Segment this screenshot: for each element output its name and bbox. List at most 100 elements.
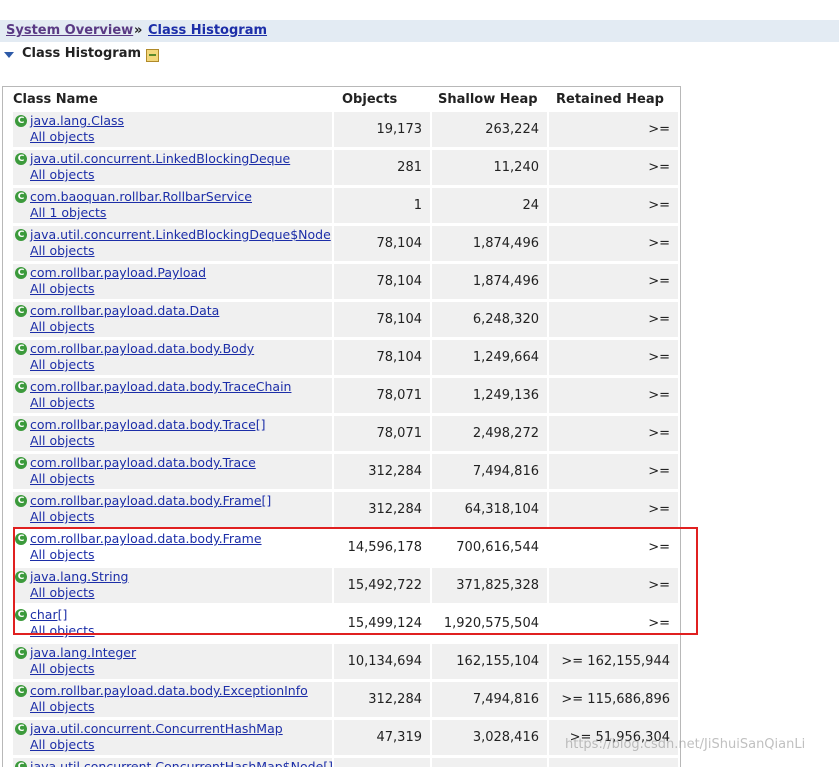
class-name-link[interactable]: com.rollbar.payload.data.body.TraceChain <box>30 379 291 394</box>
class-name-link[interactable]: com.rollbar.payload.data.body.Body <box>30 341 254 356</box>
objects-cell: 10,134,694 <box>334 644 430 679</box>
highlight-annotation-box <box>13 527 698 635</box>
all-objects-link[interactable]: All objects <box>30 319 95 334</box>
objects-cell: 78,104 <box>334 226 430 261</box>
all-objects-link[interactable]: All objects <box>30 661 95 676</box>
retained-heap-cell: >= 3,209,190,256 <box>549 264 678 324</box>
retained-heap-cell: >= 3,207,316,000 <box>549 302 678 362</box>
class-name-link[interactable]: com.rollbar.payload.data.Data <box>30 303 219 318</box>
collapse-triangle-icon[interactable] <box>4 52 14 58</box>
all-objects-link[interactable]: All objects <box>30 281 95 296</box>
column-header-shallow-heap[interactable]: Shallow Heap <box>438 92 538 107</box>
all-objects-link[interactable]: All objects <box>30 129 95 144</box>
breadcrumb-system-overview[interactable]: System Overview <box>6 20 133 42</box>
all-objects-link[interactable]: All objects <box>30 471 95 486</box>
class-name-cell: C java.util.concurrent.LinkedBlockingDeq… <box>13 226 332 261</box>
retained-heap-cell: >= 3,211,308,072 <box>549 188 678 248</box>
table-row: C com.baoquan.rollbar.RollbarService All… <box>3 187 680 248</box>
class-name-cell: C java.util.concurrent.LinkedBlockingDeq… <box>13 150 332 185</box>
class-name-cell: C com.rollbar.payload.data.Data All obje… <box>13 302 332 337</box>
class-name-link[interactable]: com.rollbar.payload.Payload <box>30 265 206 280</box>
class-name-cell: C java.lang.Class All objects <box>13 112 332 147</box>
objects-cell: 312,284 <box>334 454 430 489</box>
breadcrumb-separator: » <box>134 23 143 38</box>
class-icon: C <box>15 191 27 203</box>
class-name-link[interactable]: com.rollbar.payload.data.body.Trace <box>30 455 256 470</box>
all-objects-link[interactable]: All objects <box>30 699 95 714</box>
class-name-link[interactable]: com.rollbar.payload.data.body.Trace[] <box>30 417 266 432</box>
table-row: C com.rollbar.payload.data.Data All obje… <box>3 301 680 362</box>
class-name-link[interactable]: java.lang.Integer <box>30 645 136 660</box>
class-name-link[interactable]: com.rollbar.payload.data.body.ExceptionI… <box>30 683 308 698</box>
objects-cell: 78,071 <box>334 416 430 451</box>
table-row: C java.lang.Class All objects 19,173 263… <box>3 111 680 172</box>
objects-cell <box>334 758 430 767</box>
class-name-link[interactable]: java.util.concurrent.LinkedBlockingDeque <box>30 151 290 166</box>
objects-cell: 19,173 <box>334 112 430 147</box>
class-histogram-table: Class Name Objects Shallow Heap Retained… <box>2 86 681 767</box>
all-objects-link[interactable]: All objects <box>30 395 95 410</box>
table-row: C java.util.concurrent.LinkedBlockingDeq… <box>3 225 680 286</box>
class-name-link[interactable]: com.rollbar.payload.data.body.Frame[] <box>30 493 271 508</box>
shallow-heap-cell: 1,874,496 <box>432 264 547 299</box>
all-objects-link[interactable]: All objects <box>30 433 95 448</box>
class-name-cell: C com.baoquan.rollbar.RollbarService All… <box>13 188 332 223</box>
retained-heap-cell: >= 162,155,944 <box>549 644 678 679</box>
shallow-heap-cell: 1,249,136 <box>432 378 547 413</box>
table-body: C java.lang.Class All objects 19,173 263… <box>3 111 680 767</box>
table-row: C com.rollbar.payload.data.body.Body All… <box>3 339 680 400</box>
table-header: Class Name Objects Shallow Heap Retained… <box>3 87 680 111</box>
shallow-heap-cell: 3,028,416 <box>432 720 547 755</box>
shallow-heap-cell: 11,240 <box>432 150 547 185</box>
retained-heap-cell: >= 3,188,554,576 <box>549 416 678 476</box>
objects-cell: 281 <box>334 150 430 185</box>
column-header-retained-heap[interactable]: Retained Heap <box>556 92 664 107</box>
retained-heap-cell: >= 3,191,070,096 <box>549 340 678 400</box>
class-name-cell: C com.rollbar.payload.data.body.Body All… <box>13 340 332 375</box>
class-icon: C <box>15 685 27 697</box>
all-objects-link[interactable]: All objects <box>30 167 95 182</box>
class-icon: C <box>15 267 27 279</box>
class-name-link[interactable]: com.baoquan.rollbar.RollbarService <box>30 189 252 204</box>
class-icon: C <box>15 761 27 767</box>
all-objects-link[interactable]: All objects <box>30 737 95 752</box>
class-icon: C <box>15 495 27 507</box>
class-name-cell: C com.rollbar.payload.data.body.TraceCha… <box>13 378 332 413</box>
class-name-cell: C com.rollbar.payload.Payload All object… <box>13 264 332 299</box>
shallow-heap-cell: 6,248,320 <box>432 302 547 337</box>
retained-heap-cell: >= 3,062,874,640 <box>549 492 678 552</box>
class-name-cell: C com.rollbar.payload.data.body.Exceptio… <box>13 682 332 717</box>
all-objects-link[interactable]: All 1 objects <box>30 205 106 220</box>
class-icon: C <box>15 419 27 431</box>
class-icon: C <box>15 115 27 127</box>
table-row: C com.rollbar.payload.data.body.Exceptio… <box>3 681 680 719</box>
retained-heap-cell: >= 115,686,896 <box>549 682 678 717</box>
shallow-heap-cell: 7,494,816 <box>432 454 547 489</box>
export-icon[interactable] <box>146 49 160 62</box>
column-header-class-name[interactable]: Class Name <box>13 92 98 107</box>
table-row: C com.rollbar.payload.data.body.Frame[] … <box>3 491 680 552</box>
class-icon: C <box>15 647 27 659</box>
retained-heap-cell: >= 3,228,173,280 <box>549 112 678 172</box>
class-name-link[interactable]: java.util.concurrent.LinkedBlockingDeque… <box>30 227 331 242</box>
shallow-heap-cell: 1,249,664 <box>432 340 547 375</box>
objects-cell: 78,104 <box>334 340 430 375</box>
class-name-link[interactable]: java.lang.Class <box>30 113 124 128</box>
column-header-objects[interactable]: Objects <box>342 92 397 107</box>
table-row: C com.rollbar.payload.Payload All object… <box>3 263 680 324</box>
retained-heap-cell: >= 3,189,803,872 <box>549 378 678 438</box>
class-name-link[interactable]: java.util.concurrent.ConcurrentHashMap <box>30 721 283 736</box>
breadcrumb-class-histogram[interactable]: Class Histogram <box>148 20 267 42</box>
retained-heap-cell: >= 3,211,064,632 <box>549 226 678 286</box>
objects-cell: 78,104 <box>334 302 430 337</box>
objects-cell: 78,071 <box>334 378 430 413</box>
shallow-heap-cell: 24 <box>432 188 547 223</box>
all-objects-link[interactable]: All objects <box>30 357 95 372</box>
class-name-cell: C com.rollbar.payload.data.body.Trace[] … <box>13 416 332 451</box>
class-name-link[interactable]: java.util.concurrent.ConcurrentHashMap$N… <box>30 759 333 767</box>
all-objects-link[interactable]: All objects <box>30 243 95 258</box>
class-icon: C <box>15 381 27 393</box>
all-objects-link[interactable]: All objects <box>30 509 95 524</box>
table-row: C com.rollbar.payload.data.body.Trace Al… <box>3 453 680 514</box>
shallow-heap-cell: 7,494,816 <box>432 682 547 717</box>
